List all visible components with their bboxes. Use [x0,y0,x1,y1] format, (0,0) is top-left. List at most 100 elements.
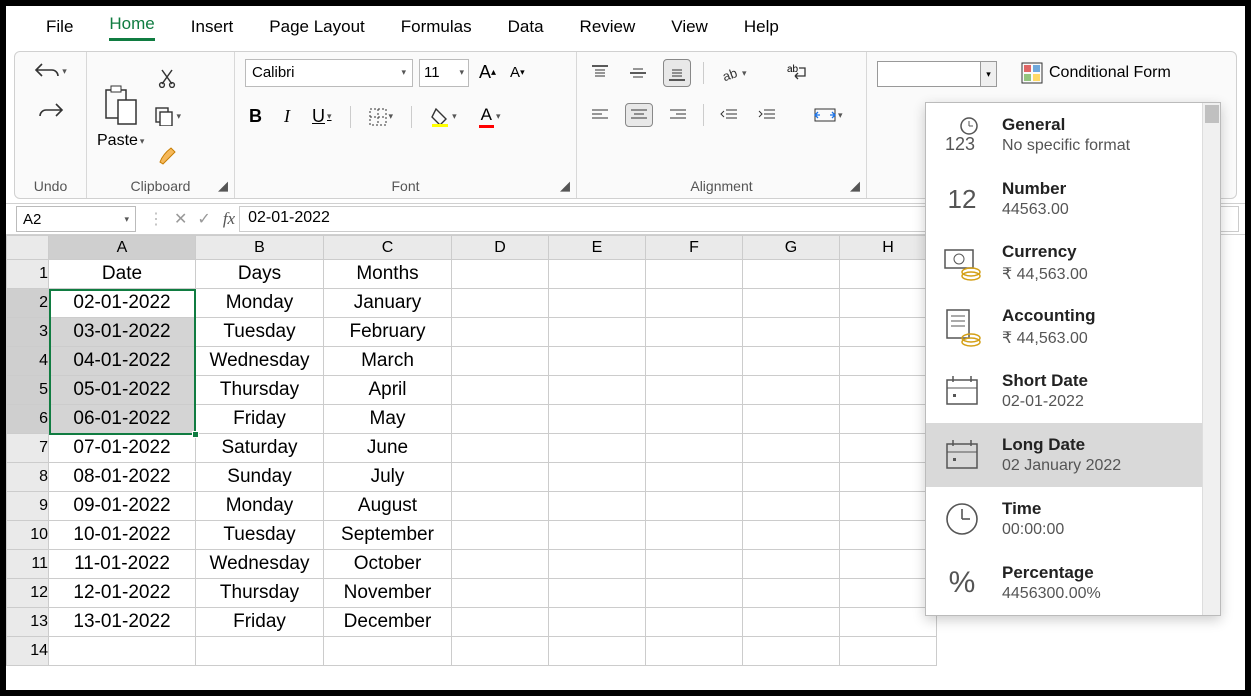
fx-icon[interactable]: fx [219,209,239,229]
cell[interactable] [452,405,549,434]
cell[interactable] [743,492,840,521]
dialog-launcher-icon[interactable]: ◢ [218,178,228,194]
cell[interactable] [452,318,549,347]
cell[interactable]: August [324,492,452,521]
number-format-option-number[interactable]: 12Number44563.00 [926,167,1220,231]
align-left-button[interactable] [587,104,613,126]
cell[interactable] [646,376,743,405]
cell[interactable]: Wednesday [196,550,324,579]
cell[interactable] [743,289,840,318]
format-painter-button[interactable] [153,140,183,170]
cell[interactable] [840,347,937,376]
align-right-button[interactable] [665,104,691,126]
cell[interactable] [840,579,937,608]
cell[interactable]: Date [49,260,196,289]
cell[interactable] [743,405,840,434]
menu-data[interactable]: Data [508,17,544,41]
cell[interactable]: Monday [196,492,324,521]
cell[interactable] [549,289,646,318]
cell[interactable]: 02-01-2022 [49,289,196,318]
cell[interactable] [452,347,549,376]
row-header[interactable]: 3 [7,318,49,347]
cell[interactable]: February [324,318,452,347]
cell[interactable] [840,376,937,405]
row-header[interactable]: 1 [7,260,49,289]
cell[interactable]: January [324,289,452,318]
cell[interactable] [549,347,646,376]
cell[interactable]: 06-01-2022 [49,405,196,434]
cell[interactable]: Friday [196,405,324,434]
cell[interactable] [646,289,743,318]
cell[interactable] [646,318,743,347]
cell[interactable] [549,521,646,550]
borders-button[interactable]: ▾ [365,104,398,130]
decrease-indent-button[interactable] [716,104,742,126]
col-header-g[interactable]: G [743,236,840,260]
italic-button[interactable]: I [280,102,294,131]
cell[interactable] [646,579,743,608]
align-top-button[interactable] [587,60,613,86]
cell[interactable] [743,347,840,376]
cell[interactable]: July [324,463,452,492]
cell[interactable] [452,463,549,492]
paste-button[interactable]: Paste▾ [97,84,144,150]
cell[interactable] [743,608,840,637]
cell[interactable] [743,637,840,666]
cell[interactable] [646,492,743,521]
cell[interactable]: Days [196,260,324,289]
merge-center-button[interactable]: ▾ [810,102,847,128]
number-format-option-percentage[interactable]: %Percentage4456300.00% [926,551,1220,615]
number-format-option-longdate[interactable]: Long Date02 January 2022 [926,423,1220,487]
cell[interactable] [840,608,937,637]
cell[interactable]: March [324,347,452,376]
cell[interactable]: 12-01-2022 [49,579,196,608]
cell[interactable] [452,608,549,637]
col-header-f[interactable]: F [646,236,743,260]
cell[interactable]: 09-01-2022 [49,492,196,521]
dialog-launcher-icon[interactable]: ◢ [560,178,570,194]
cell[interactable] [743,318,840,347]
row-header[interactable]: 10 [7,521,49,550]
row-header[interactable]: 7 [7,434,49,463]
cell[interactable] [452,492,549,521]
menu-insert[interactable]: Insert [191,17,234,41]
bold-button[interactable]: B [245,102,266,131]
cell[interactable] [452,376,549,405]
cell[interactable] [840,492,937,521]
font-color-button[interactable]: A▾ [475,101,505,132]
cell[interactable] [452,260,549,289]
cell[interactable] [549,550,646,579]
cell[interactable] [452,550,549,579]
scrollbar-thumb[interactable] [1205,105,1219,123]
cell[interactable] [646,463,743,492]
menu-home[interactable]: Home [109,14,154,41]
menu-review[interactable]: Review [580,17,636,41]
col-header-a[interactable]: A [49,236,196,260]
cell[interactable] [49,637,196,666]
cell[interactable]: 10-01-2022 [49,521,196,550]
cell[interactable] [452,434,549,463]
cell[interactable] [549,492,646,521]
font-name-select[interactable]: Calibri▾ [245,59,413,87]
cell[interactable]: 07-01-2022 [49,434,196,463]
cell[interactable]: 04-01-2022 [49,347,196,376]
cell[interactable] [549,637,646,666]
chevron-down-icon[interactable]: ▾ [980,62,996,86]
cell[interactable] [840,434,937,463]
increase-indent-button[interactable] [754,104,780,126]
col-header-d[interactable]: D [452,236,549,260]
row-header[interactable]: 11 [7,550,49,579]
cell[interactable] [743,260,840,289]
font-size-select[interactable]: 11▾ [419,59,469,87]
cell[interactable] [743,521,840,550]
cell[interactable]: Tuesday [196,318,324,347]
cell[interactable] [646,434,743,463]
cell[interactable] [452,289,549,318]
row-header[interactable]: 6 [7,405,49,434]
redo-button[interactable] [34,98,68,124]
dialog-launcher-icon[interactable]: ◢ [850,178,860,194]
cancel-formula-button[interactable]: ✕ [174,209,187,229]
row-header[interactable]: 4 [7,347,49,376]
cell[interactable] [452,579,549,608]
cell[interactable] [840,521,937,550]
